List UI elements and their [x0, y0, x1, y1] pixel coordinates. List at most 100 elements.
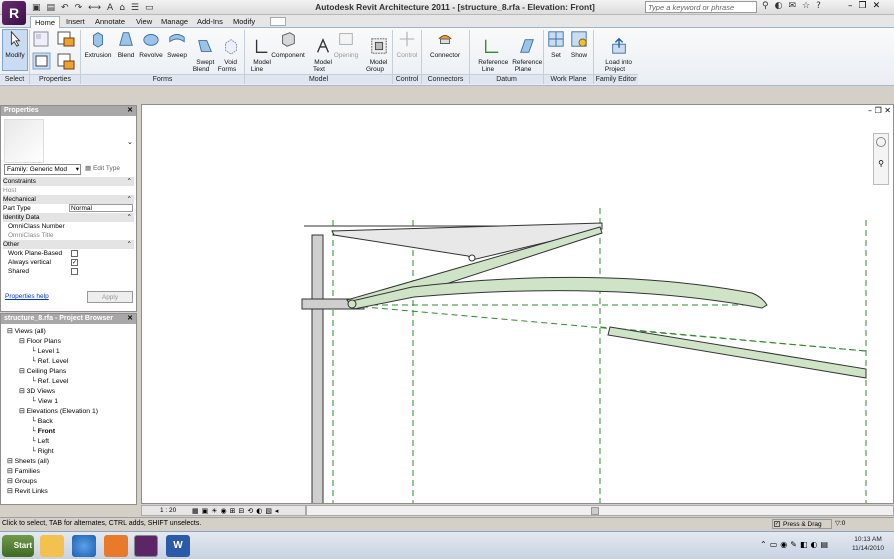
close-icon[interactable]: ✕ — [873, 1, 881, 11]
horizontal-scrollbar[interactable] — [306, 505, 894, 516]
properties-title-bar[interactable]: Properties ✕ — [1, 106, 136, 116]
tab-annotate[interactable]: Annotate — [91, 16, 129, 28]
property-row-omniclass-number[interactable]: OmniClass Number — [3, 222, 134, 231]
search-input[interactable]: Type a keyword or phrase — [645, 1, 757, 13]
edit-type-button[interactable]: ▦ Edit Type — [85, 164, 133, 175]
system-tray-icons[interactable]: ⌃▭◉✎◧◐▤ — [760, 540, 831, 549]
reference-line-button[interactable]: Reference Line — [471, 30, 508, 73]
press-drag-checkbox[interactable]: ✓ — [774, 521, 780, 527]
binoculars-icon[interactable]: ⚲ — [762, 1, 769, 11]
model-group-button[interactable]: Model Group — [362, 30, 388, 73]
lower-member[interactable] — [607, 326, 867, 379]
comm-center-icon[interactable]: ✉ — [788, 1, 796, 11]
scroll-thumb[interactable] — [591, 507, 599, 515]
tab-view[interactable]: View — [132, 16, 156, 28]
restore-icon[interactable]: ❐ — [875, 106, 882, 115]
part-type-field[interactable]: Normal — [69, 204, 133, 212]
undo-icon[interactable]: ↶ — [61, 3, 69, 13]
expand-icon[interactable]: ⊟ — [7, 478, 15, 485]
properties-help-link[interactable]: Properties help — [5, 293, 49, 300]
model-text-button[interactable]: Model Text — [307, 30, 332, 73]
application-menu-button[interactable]: R — [2, 1, 26, 25]
browser-tree-item[interactable]: └ Left — [31, 437, 49, 446]
browser-tree-item[interactable]: ⊟ Floor Plans — [19, 337, 61, 346]
tab-modify[interactable]: Modify — [229, 16, 259, 28]
browser-tree-item[interactable]: └ Right — [31, 447, 54, 456]
browser-tree-item[interactable]: └ View 1 — [31, 397, 58, 406]
browser-tree-item[interactable]: └ Ref. Level — [31, 377, 68, 386]
expand-icon[interactable]: ⊟ — [19, 388, 27, 395]
control-button[interactable]: Control — [394, 30, 420, 59]
zoom-icon[interactable]: ⚲ — [876, 159, 886, 169]
word-icon[interactable]: W — [166, 535, 190, 557]
tab-home[interactable]: Home — [30, 16, 61, 28]
drawing-area[interactable]: – ❐ ✕ ⚲ — [141, 104, 894, 504]
family-properties-icon[interactable] — [56, 52, 76, 70]
view-control-icons[interactable]: ▦▣☀◉⊞⊟⟲◐▧◂ — [192, 506, 281, 516]
browser-tree-item[interactable]: ⊟ Families — [7, 467, 40, 476]
measure-icon[interactable]: ⟷ — [88, 3, 101, 13]
browser-tree-item[interactable]: ⊟ Elevations (Elevation 1) — [19, 407, 98, 416]
steering-wheel-icon[interactable] — [876, 137, 886, 147]
revit-taskbar-icon[interactable] — [134, 535, 158, 557]
minimize-icon[interactable]: – — [848, 1, 853, 11]
favorites-icon[interactable]: ☆ — [802, 1, 810, 11]
close-hidden-windows-icon[interactable]: ▭ — [145, 3, 154, 13]
category-mechanical[interactable]: Mechanical ⌃ — [3, 195, 134, 204]
save-icon[interactable]: ▤ — [47, 3, 56, 13]
apply-button[interactable]: Apply — [87, 291, 133, 303]
sweep-button[interactable]: Sweep — [164, 30, 190, 59]
selection-filter[interactable]: ▽:0 — [835, 519, 885, 529]
redo-icon[interactable]: ↷ — [75, 3, 83, 13]
tab-add-ins[interactable]: Add-Ins — [193, 16, 227, 28]
close-icon[interactable]: ✕ — [127, 106, 133, 116]
browser-tree-item[interactable]: ⊟ Views (all) — [7, 327, 46, 336]
browser-tree-item[interactable]: ⊟ 3D Views — [19, 387, 55, 396]
start-button[interactable]: Start — [2, 535, 34, 557]
joint-node[interactable] — [347, 299, 357, 309]
explorer-icon[interactable] — [40, 535, 64, 557]
close-icon[interactable]: ✕ — [127, 314, 133, 324]
expand-icon[interactable]: ⊟ — [7, 468, 15, 475]
blend-button[interactable]: Blend — [114, 30, 138, 59]
open-icon[interactable]: ▣ — [32, 3, 41, 13]
swept-blend-button[interactable]: Swept Blend — [189, 30, 214, 73]
connector-button[interactable]: Connector — [424, 30, 466, 59]
expand-icon[interactable]: ⊟ — [19, 368, 27, 375]
expand-icon[interactable]: ⊟ — [19, 408, 27, 415]
always-vertical-checkbox[interactable]: ✓ — [71, 259, 78, 266]
model-line-button[interactable]: Model Line — [246, 30, 271, 73]
text-icon[interactable]: A — [107, 3, 113, 13]
show-work-plane-button[interactable]: Show — [568, 30, 590, 59]
void-forms-button[interactable]: Void Forms — [214, 30, 240, 73]
expand-icon[interactable]: ⊟ — [7, 488, 15, 495]
help-icon[interactable]: ? — [816, 1, 821, 11]
reference-plane-button[interactable]: Reference Plane — [505, 30, 542, 73]
clock[interactable]: 10:13 AM 11/14/2010 — [846, 535, 890, 553]
expand-icon[interactable]: ⊟ — [7, 328, 15, 335]
close-icon[interactable]: ✕ — [884, 106, 891, 115]
reference-plane[interactable] — [341, 304, 867, 352]
tab-manage[interactable]: Manage — [157, 16, 192, 28]
default-3d-view-icon[interactable]: ⌂ — [119, 3, 125, 13]
browser-tree-item[interactable]: ⊟ Sheets (all) — [7, 457, 49, 466]
project-browser-title-bar[interactable]: structure_8.rfa - Project Browser ✕ — [1, 314, 136, 324]
work-plane-based-checkbox[interactable] — [71, 250, 78, 257]
category-other[interactable]: Other ⌃ — [3, 240, 134, 249]
category-identity-data[interactable]: Identity Data ⌃ — [3, 213, 134, 222]
browser-tree-item[interactable]: └ Back — [31, 417, 53, 426]
joint-node[interactable] — [468, 254, 476, 262]
elevation-view[interactable] — [142, 105, 894, 504]
browser-tree-item[interactable]: ⊟ Ceiling Plans — [19, 367, 66, 376]
load-into-project-button[interactable]: Load into Project — [596, 30, 634, 73]
press-drag-toggle[interactable]: ✓ Press & Drag — [772, 519, 832, 529]
expand-icon[interactable]: ⊟ — [7, 458, 15, 465]
browser-tree-item[interactable]: ⊟ Revit Links — [7, 487, 48, 496]
family-types-icon[interactable] — [32, 30, 50, 48]
revolve-button[interactable]: Revolve — [138, 30, 164, 59]
category-constraints[interactable]: Constraints ⌃ — [3, 177, 134, 186]
type-selector-dropdown[interactable]: Family: Generic Mod ▾ — [4, 164, 81, 175]
opening-button[interactable]: Opening — [332, 30, 360, 59]
modify-button[interactable]: Modify — [2, 29, 28, 71]
component-button[interactable]: Component — [270, 30, 306, 59]
